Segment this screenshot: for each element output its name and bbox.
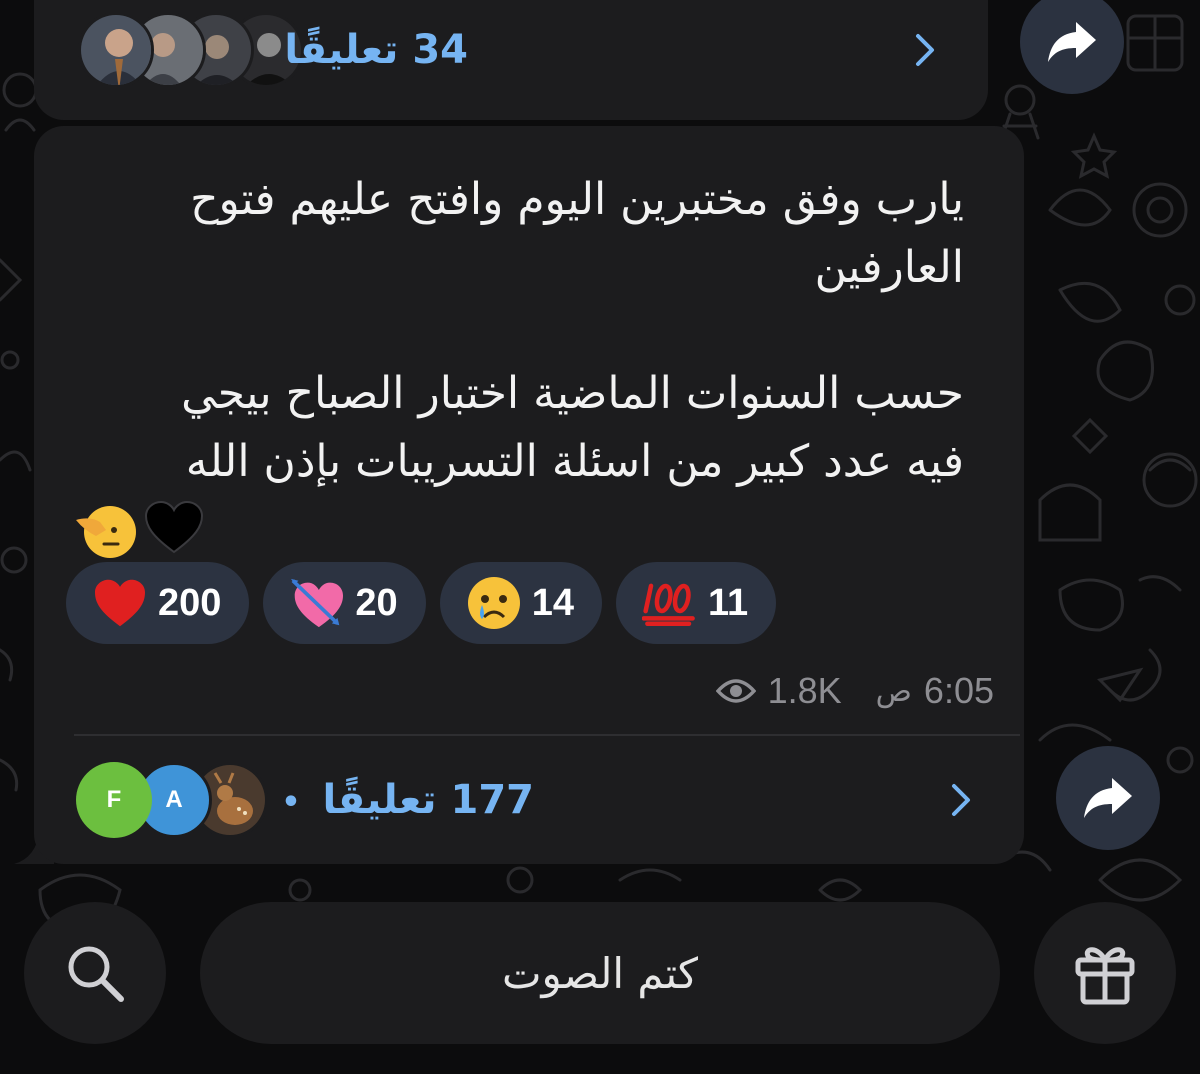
reactions-bar: 200 20 14 11 (66, 562, 777, 644)
comments-label[interactable]: 177 تعليقًا • (281, 777, 534, 823)
share-button[interactable] (1056, 746, 1160, 850)
reaction-count: 200 (158, 581, 222, 624)
search-icon (68, 946, 124, 1002)
unread-dot: • (281, 784, 301, 820)
reaction-red-heart[interactable]: 200 (66, 562, 250, 644)
chevron-right-icon (916, 34, 934, 66)
mute-label: كتم الصوت (501, 948, 699, 998)
avatar-letter: A (165, 786, 183, 813)
reaction-count: 14 (531, 581, 574, 624)
share-button[interactable] (1020, 0, 1124, 94)
search-button[interactable] (24, 902, 166, 1044)
message-line: فيه عدد كبير من اسئلة التسريبات بإذن الل… (185, 436, 964, 487)
time-ampm: ص (875, 673, 912, 709)
avatar (78, 12, 154, 88)
comment-avatars: F A (76, 762, 276, 838)
previous-comments-label[interactable]: 34 تعليقًا (284, 27, 468, 73)
message-line: العارفين (814, 242, 964, 293)
message-emoji-line (74, 500, 964, 560)
reaction-count: 11 (707, 581, 749, 624)
hundred-points-icon (641, 575, 698, 631)
black-heart-icon (144, 500, 204, 554)
previous-comments-row[interactable]: 34 تعليقًا (34, 10, 988, 90)
message-time: 6:05 (923, 670, 994, 711)
comments-row[interactable]: F A 177 تعليقًا • (34, 760, 1024, 840)
message-line: حسب السنوات الماضية اختبار الصباح بيجي (181, 368, 964, 419)
avatar-letter: F (106, 786, 122, 813)
share-arrow-icon (1084, 778, 1132, 818)
gift-icon (1075, 947, 1135, 1005)
reaction-heart-with-arrow[interactable]: 20 (263, 562, 426, 644)
heart-with-arrow-icon (289, 575, 345, 631)
chevron-right-icon (952, 784, 970, 816)
reaction-hundred-points[interactable]: 11 (615, 562, 777, 644)
reaction-count: 20 (355, 581, 398, 624)
saluting-face-icon (76, 506, 136, 558)
crying-face-icon (466, 575, 522, 631)
comments-count-label: 177 تعليقًا (322, 777, 535, 823)
message-meta: 1.8K ص 6:05 (715, 670, 994, 712)
previous-comment-avatars (78, 12, 304, 88)
mute-button[interactable]: كتم الصوت (200, 902, 1000, 1044)
red-heart-icon (92, 575, 148, 631)
reaction-crying-face[interactable]: 14 (439, 562, 602, 644)
divider (74, 734, 1020, 736)
avatar: F (76, 762, 152, 838)
view-count: 1.8K (767, 670, 842, 711)
message-text: يارب وفق مختبرين اليوم وافتح عليهم فتوح … (74, 166, 964, 560)
gift-button[interactable] (1034, 902, 1176, 1044)
message-bubble: يارب وفق مختبرين اليوم وافتح عليهم فتوح … (34, 126, 1024, 864)
eye-icon (715, 679, 756, 703)
share-arrow-icon (1048, 22, 1096, 62)
previous-message-bubble: 34 تعليقًا (34, 0, 988, 120)
message-line: يارب وفق مختبرين اليوم وافتح عليهم فتوح (190, 174, 964, 225)
